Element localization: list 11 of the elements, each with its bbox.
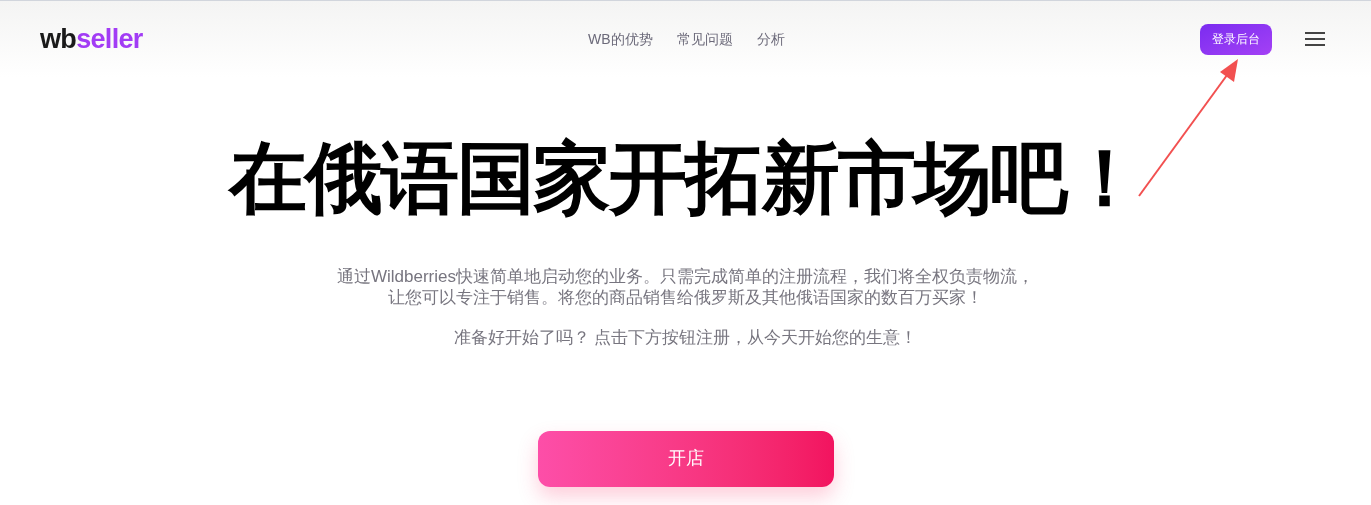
hero-title: 在俄语国家开拓新市场吧！: [229, 139, 1142, 217]
nav-link[interactable]: 常见问题: [676, 28, 733, 50]
hero-description: 让您可以专注于销售。将您的商品销售给俄罗斯及其他俄语国家的数百万买家！: [388, 287, 983, 308]
open-shop-button[interactable]: 开店: [537, 430, 834, 487]
nav-link[interactable]: 分析: [756, 28, 785, 50]
hero-description: 通过Wildberries快速简单地启动您的业务。只需完成简单的注册流程，我们将全权负责物流，: [337, 266, 1034, 287]
menu-icon[interactable]: [1305, 32, 1325, 46]
login-button[interactable]: 登录后台: [1200, 23, 1272, 55]
logo[interactable]: wbseller: [40, 25, 143, 53]
hero-prompt: 准备好开始了吗？ 点击下方按钮注册，从今天开始您的生意！: [453, 327, 918, 349]
nav-link[interactable]: WB的优势: [588, 28, 653, 50]
